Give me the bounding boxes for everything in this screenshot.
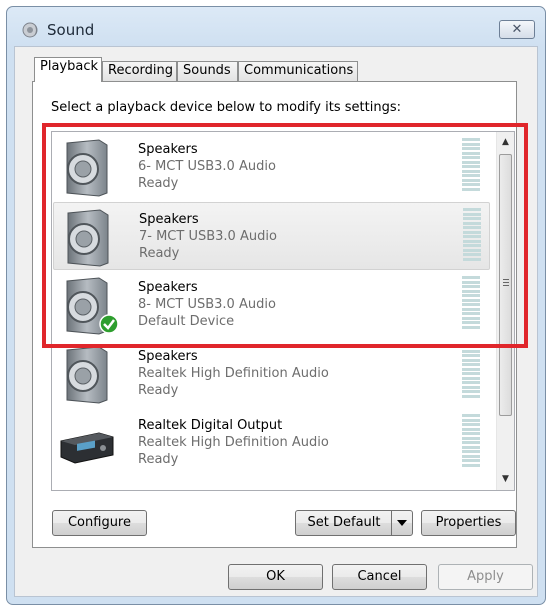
device-description: Realtek High Definition Audio bbox=[138, 366, 329, 381]
device-name: Speakers bbox=[139, 212, 199, 227]
set-default-label: Set Default bbox=[307, 515, 381, 530]
instruction-text: Select a playback device below to modify… bbox=[51, 100, 401, 115]
tab-communications[interactable]: Communications bbox=[238, 61, 358, 81]
close-icon: ✕ bbox=[511, 22, 523, 37]
tab-label: Communications bbox=[244, 63, 354, 78]
device-description: 7- MCT USB3.0 Audio bbox=[139, 229, 277, 244]
speaker-icon bbox=[66, 139, 108, 197]
tab-sounds[interactable]: Sounds bbox=[177, 61, 238, 81]
playback-device-list[interactable]: Speakers 6- MCT USB3.0 Audio Ready Speak… bbox=[51, 131, 515, 491]
set-default-dropdown-arrow-icon[interactable] bbox=[391, 511, 412, 535]
device-status: Default Device bbox=[138, 314, 235, 329]
device-list-item[interactable]: Realtek Digital Output Realtek High Defi… bbox=[53, 409, 490, 477]
device-description: 8- MCT USB3.0 Audio bbox=[138, 297, 276, 312]
vertical-scrollbar[interactable]: ▲ ▼ bbox=[496, 132, 514, 490]
configure-button[interactable]: Configure bbox=[52, 510, 147, 536]
device-status: Ready bbox=[138, 176, 179, 191]
cancel-button[interactable]: Cancel bbox=[332, 564, 427, 590]
device-name: Speakers bbox=[138, 142, 198, 157]
thumb-grip-icon bbox=[503, 279, 509, 288]
title-bar[interactable]: Sound ✕ bbox=[7, 7, 545, 47]
speaker-icon bbox=[67, 209, 109, 267]
tab-label: Recording bbox=[108, 63, 174, 78]
device-name: Realtek Digital Output bbox=[138, 418, 283, 433]
device-list-item[interactable]: Speakers 8- MCT USB3.0 Audio Default Dev… bbox=[53, 271, 490, 339]
device-description: Realtek High Definition Audio bbox=[138, 435, 329, 450]
window-title: Sound bbox=[47, 21, 95, 39]
set-default-button[interactable]: Set Default bbox=[295, 510, 413, 536]
tab-recording[interactable]: Recording bbox=[102, 61, 177, 81]
level-meter bbox=[462, 276, 480, 332]
scroll-down-arrow-icon[interactable]: ▼ bbox=[498, 471, 513, 488]
apply-button[interactable]: Apply bbox=[438, 564, 533, 590]
sound-app-icon bbox=[22, 22, 38, 38]
device-status: Ready bbox=[139, 246, 180, 261]
device-list-item[interactable]: Speakers Realtek High Definition Audio R… bbox=[53, 340, 490, 408]
tab-label: Sounds bbox=[183, 63, 231, 78]
ok-button[interactable]: OK bbox=[228, 564, 323, 590]
level-meter bbox=[463, 208, 481, 264]
default-device-check-icon bbox=[99, 314, 119, 334]
scroll-up-arrow-icon[interactable]: ▲ bbox=[498, 134, 513, 151]
tab-playback[interactable]: Playback bbox=[34, 57, 102, 82]
device-description: 6- MCT USB3.0 Audio bbox=[138, 159, 276, 174]
device-list-item[interactable]: Speakers 7- MCT USB3.0 Audio Ready bbox=[53, 202, 490, 270]
device-status: Ready bbox=[138, 383, 179, 398]
properties-button[interactable]: Properties bbox=[421, 510, 516, 536]
device-name: Speakers bbox=[138, 280, 198, 295]
speaker-icon bbox=[66, 346, 108, 404]
close-button[interactable]: ✕ bbox=[499, 20, 535, 39]
level-meter bbox=[462, 138, 480, 194]
receiver-icon bbox=[60, 432, 114, 464]
device-name: Speakers bbox=[138, 349, 198, 364]
device-status: Ready bbox=[138, 452, 179, 467]
device-list-item[interactable]: Speakers 6- MCT USB3.0 Audio Ready bbox=[53, 133, 490, 201]
level-meter bbox=[462, 414, 480, 470]
level-meter bbox=[462, 345, 480, 401]
tab-label: Playback bbox=[40, 59, 99, 74]
scroll-thumb[interactable] bbox=[499, 154, 512, 416]
